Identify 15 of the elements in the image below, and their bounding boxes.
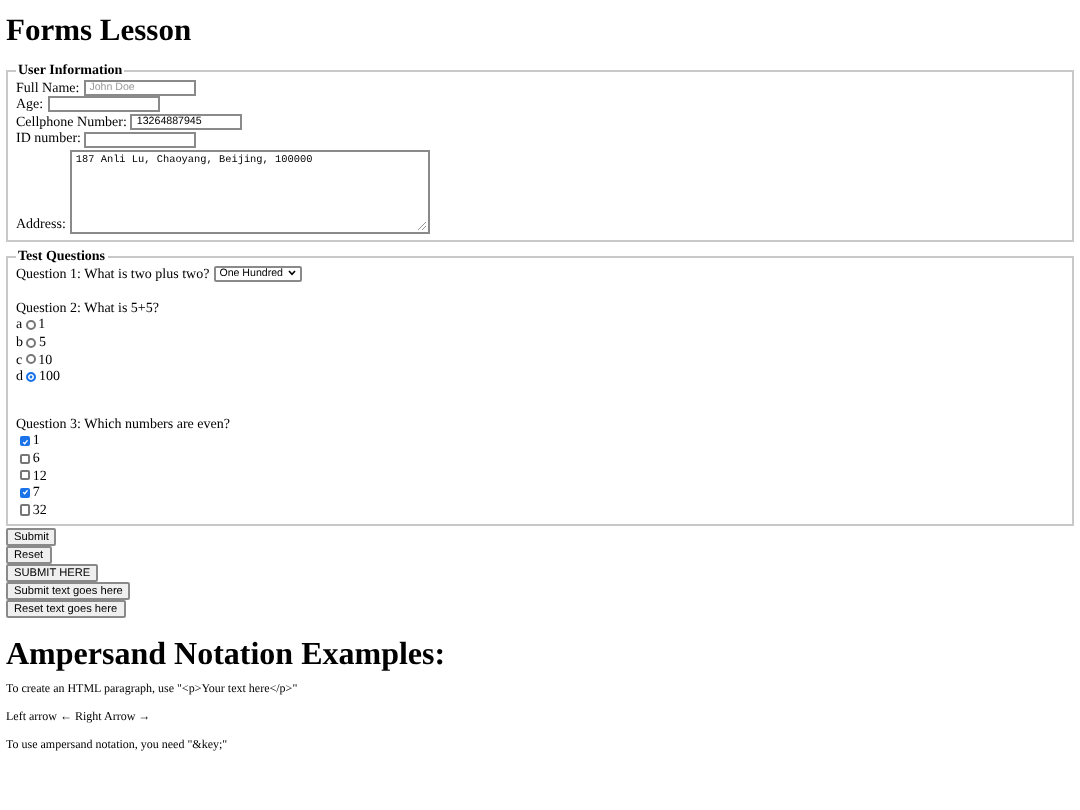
chevron-down-icon: [287, 270, 296, 277]
radio-button[interactable]: [25, 354, 36, 365]
radio-button[interactable]: [25, 320, 36, 331]
input-field[interactable]: [47, 96, 160, 113]
checkbox[interactable]: [20, 504, 31, 516]
checkbox[interactable]: [20, 470, 31, 481]
radio-button[interactable]: [26, 337, 36, 348]
section-heading: Ampersand Notation Examples:: [6, 636, 448, 675]
checkbox[interactable]: [20, 453, 31, 464]
input-field[interactable]: [84, 131, 197, 148]
radio-button[interactable]: [26, 371, 36, 382]
checkbox[interactable]: [20, 435, 31, 447]
resize-grip-icon[interactable]: [417, 221, 426, 230]
checkbox[interactable]: [20, 487, 31, 499]
page-title: Forms Lesson: [6, 14, 194, 50]
